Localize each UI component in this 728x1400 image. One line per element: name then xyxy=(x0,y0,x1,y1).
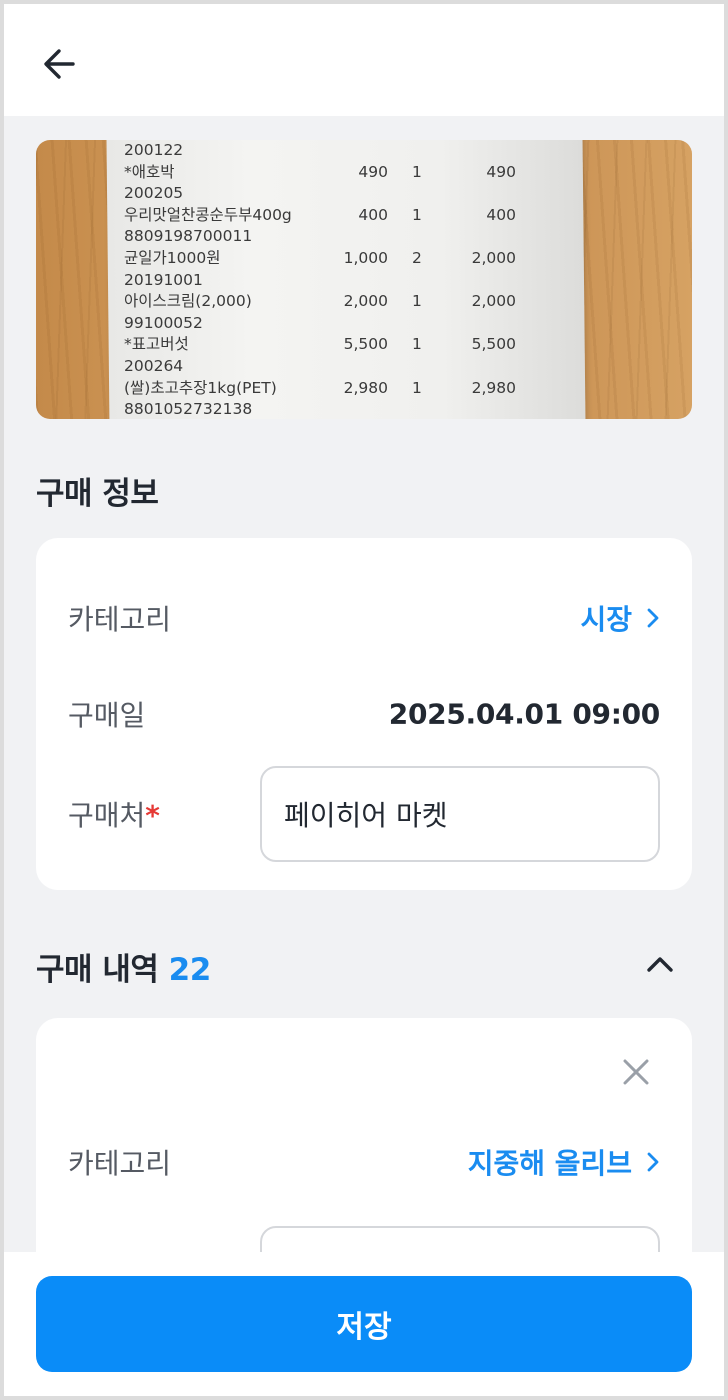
purchase-info-card: 카테고리 시장 구매일 2025.04.01 09:00 구매처* 페이히어 마… xyxy=(36,538,692,890)
close-icon xyxy=(623,1059,649,1085)
bottom-bar: 저장 xyxy=(4,1252,724,1396)
receipt-item-qty: 2 xyxy=(412,248,422,267)
receipt-line: 8801052732138 xyxy=(124,399,564,419)
receipt-line: (쌀)초고추장1kg(PET) 2,980 1 2,980 xyxy=(124,378,564,400)
remove-item-button[interactable] xyxy=(616,1052,656,1092)
purchase-history-title-text: 구매 내역 xyxy=(36,952,159,988)
receipt-item-qty: 1 xyxy=(412,378,422,397)
receipt-item-name: 8809198700011 xyxy=(124,227,253,246)
top-bar xyxy=(4,4,724,116)
store-label: 구매처* xyxy=(68,794,160,834)
date-row: 구매일 2025.04.01 09:00 xyxy=(68,684,660,744)
receipt-item-qty: 1 xyxy=(412,335,422,354)
item-category-selector[interactable]: 지중해 올리브 xyxy=(468,1142,660,1182)
store-row: 구매처* 페이히어 마켓 xyxy=(68,766,660,862)
save-button[interactable]: 저장 xyxy=(36,1276,692,1372)
screen: 200122 *애호박 490 1 490 200205 우리맛얼찬콩순두부400g 400 1… xyxy=(4,4,724,1396)
receipt-item-amount: 2,000 xyxy=(471,248,516,267)
category-value: 시장 xyxy=(580,603,632,636)
receipt-item-name: 아이스크림(2,000) xyxy=(124,292,252,311)
receipt-item-name: 200205 xyxy=(124,184,184,203)
receipt-line: 아이스크림(2,000) 2,000 1 2,000 xyxy=(124,291,564,313)
receipt-item-name: 200122 xyxy=(124,141,184,159)
category-label: 카테고리 xyxy=(68,603,172,636)
receipt-item-price: 400 xyxy=(358,205,388,224)
category-row[interactable]: 카테고리 시장 xyxy=(68,588,660,648)
receipt-line: 99100052 xyxy=(124,313,564,335)
receipt-line: 200122 xyxy=(124,140,564,162)
receipt-item-qty: 1 xyxy=(412,292,422,311)
receipt-line: 8809198700011 xyxy=(124,226,564,248)
receipt-line: 200264 xyxy=(124,356,564,378)
receipt-item-amount: 5,500 xyxy=(471,335,516,354)
collapse-button[interactable] xyxy=(640,944,680,984)
chevron-up-icon xyxy=(647,957,673,972)
receipt-item-qty: 1 xyxy=(412,162,422,181)
receipt-item-amount: 2,980 xyxy=(471,378,516,397)
receipt-item-name: *애호박 xyxy=(124,162,175,181)
receipt-photo[interactable]: 200122 *애호박 490 1 490 200205 우리맛얼찬콩순두부400g 400 1… xyxy=(36,140,692,419)
store-input-value: 페이히어 마켓 xyxy=(284,799,448,832)
receipt-item-qty: 1 xyxy=(412,205,422,224)
purchase-history-count: 22 xyxy=(168,952,212,988)
arrow-left-icon xyxy=(44,49,75,79)
receipt-item-amount: 490 xyxy=(486,162,516,181)
chevron-right-icon xyxy=(647,1152,659,1172)
receipt-line: *애호박 490 1 490 xyxy=(124,162,564,184)
purchase-history-title: 구매 내역 22 xyxy=(36,944,211,989)
receipt-item-name: (쌀)초고추장1kg(PET) xyxy=(124,378,277,397)
receipt-item-name: 99100052 xyxy=(124,313,203,332)
required-mark: * xyxy=(145,799,160,832)
receipt-line: 200205 xyxy=(124,183,564,205)
item-category-label: 카테고리 xyxy=(68,1147,172,1180)
category-selector[interactable]: 시장 xyxy=(580,598,660,638)
receipt-item-price: 1,000 xyxy=(343,248,388,267)
receipt-item-price: 2,000 xyxy=(343,292,388,311)
item-category-row[interactable]: 카테고리 지중해 올리브 xyxy=(68,1132,660,1192)
purchase-info-title: 구매 정보 xyxy=(36,476,159,512)
store-input[interactable]: 페이히어 마켓 xyxy=(260,766,660,862)
receipt-line: 20191001 xyxy=(124,270,564,292)
store-label-text: 구매처 xyxy=(68,799,146,832)
receipt-item-name: 20191001 xyxy=(124,270,203,289)
receipt-lines: 200122 *애호박 490 1 490 200205 우리맛얼찬콩순두부400g 400 1… xyxy=(124,140,564,419)
receipt-item-price: 5,500 xyxy=(343,335,388,354)
receipt-item-price: 490 xyxy=(358,162,388,181)
receipt-item-amount: 400 xyxy=(486,205,516,224)
item-category-value: 지중해 올리브 xyxy=(467,1147,632,1180)
receipt-item-name: 8801052732138 xyxy=(124,400,253,419)
receipt-item-name: 균일가1000원 xyxy=(124,248,221,267)
receipt-item-name: *표고버섯 xyxy=(124,335,189,354)
receipt-item-price: 2,980 xyxy=(343,378,388,397)
date-value[interactable]: 2025.04.01 09:00 xyxy=(389,698,661,731)
receipt-item-amount: 2,000 xyxy=(471,292,516,311)
date-label: 구매일 xyxy=(68,699,146,732)
receipt-line: 균일가1000원 1,000 2 2,000 xyxy=(124,248,564,270)
receipt-item-name: 우리맛얼찬콩순두부400g xyxy=(124,205,292,224)
chevron-right-icon xyxy=(647,608,659,628)
back-button[interactable] xyxy=(38,42,82,86)
receipt-line: *표고버섯 5,500 1 5,500 xyxy=(124,334,564,356)
receipt-item-name: 200264 xyxy=(124,356,184,375)
receipt-line: 우리맛얼찬콩순두부400g 400 1 400 xyxy=(124,205,564,227)
